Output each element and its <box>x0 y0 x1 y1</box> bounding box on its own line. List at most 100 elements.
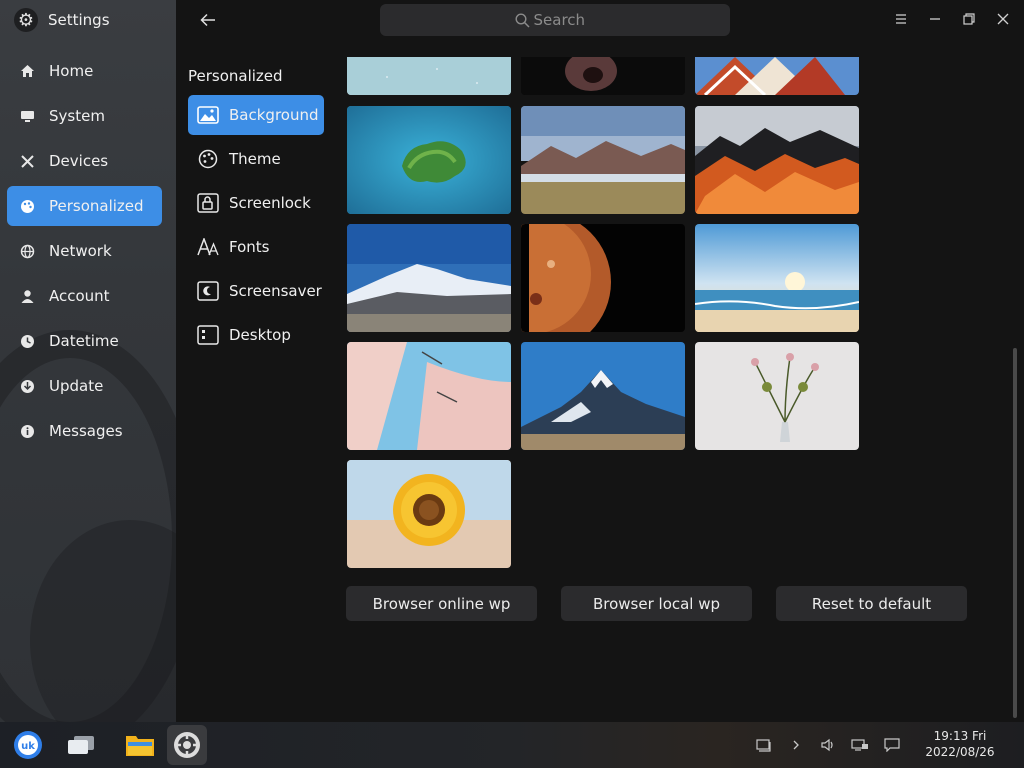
main-sidebar: ⚙ Settings Home System Devices Personali… <box>0 0 176 722</box>
sub-nav: Background Theme Screenlock Fonts Screen… <box>188 95 324 359</box>
user-icon <box>19 288 35 304</box>
browser-local-wp-button[interactable]: Browser local wp <box>561 586 752 621</box>
screenlock-icon <box>197 193 219 213</box>
restore-icon[interactable] <box>958 8 980 30</box>
home-icon <box>19 63 35 79</box>
wallpaper-grid <box>347 57 867 577</box>
start-menu-icon: uk <box>14 731 42 759</box>
devices-icon <box>19 153 35 169</box>
clock-date: 2022/08/26 <box>925 745 995 759</box>
palette-icon <box>197 149 219 169</box>
nav-item-label: System <box>49 107 105 125</box>
wallpaper-thumbnail[interactable] <box>521 106 685 214</box>
nav-item-label: Personalized <box>49 197 144 215</box>
nav-item-system[interactable]: System <box>7 96 162 136</box>
screensaver-icon <box>197 281 219 301</box>
nav-item-label: Update <box>49 377 104 395</box>
menu-icon[interactable] <box>890 8 912 30</box>
nav-item-home[interactable]: Home <box>7 51 162 91</box>
search-input[interactable] <box>533 11 596 29</box>
wallpaper-thumbnail[interactable] <box>521 342 685 450</box>
wallpaper-thumbnail[interactable] <box>521 57 685 95</box>
nav-item-account[interactable]: Account <box>7 276 162 316</box>
subnav-item-screenlock[interactable]: Screenlock <box>188 183 324 223</box>
desktop-icon <box>197 325 219 345</box>
settings-gear-icon <box>174 732 200 758</box>
clock[interactable]: 19:13 Fri 2022/08/26 <box>920 728 1000 760</box>
screen-icon[interactable] <box>753 734 775 756</box>
section-title: Personalized <box>188 67 283 85</box>
app-title: Settings <box>48 11 110 29</box>
subnav-panel: Personalized Background Theme Screenlock… <box>176 0 336 722</box>
clock-time: 19:13 Fri <box>933 729 987 743</box>
wallpaper-thumbnail[interactable] <box>695 224 859 332</box>
nav-item-label: Network <box>49 242 112 260</box>
globe-icon <box>19 243 35 259</box>
reset-to-default-button[interactable]: Reset to default <box>776 586 967 621</box>
chevron-right-icon[interactable] <box>785 734 807 756</box>
close-icon[interactable] <box>992 8 1014 30</box>
taskbar: uk 19:13 Fri 2022/08/26 <box>0 722 1024 768</box>
settings-app-button[interactable] <box>167 725 207 765</box>
subnav-item-fonts[interactable]: Fonts <box>188 227 324 267</box>
wallpaper-thumbnail[interactable] <box>347 106 511 214</box>
subnav-item-desktop[interactable]: Desktop <box>188 315 324 355</box>
update-icon <box>19 378 35 394</box>
back-arrow-icon[interactable] <box>196 8 220 32</box>
search-icon <box>514 12 530 28</box>
wallpaper-thumbnail[interactable] <box>347 460 511 568</box>
app-title-bar: ⚙ Settings <box>14 8 110 32</box>
palette-icon <box>19 198 35 214</box>
subnav-item-label: Desktop <box>229 326 291 344</box>
volume-icon[interactable] <box>817 734 839 756</box>
subnav-item-label: Screensaver <box>229 282 322 300</box>
notification-icon[interactable] <box>881 734 903 756</box>
folder-icon <box>126 736 154 756</box>
file-manager-button[interactable] <box>120 725 160 765</box>
clock-icon <box>19 333 35 349</box>
minimize-icon[interactable] <box>924 8 946 30</box>
nav-item-messages[interactable]: Messages <box>7 411 162 451</box>
system-tray <box>753 734 903 756</box>
window-controls <box>890 8 1014 30</box>
fonts-icon <box>197 237 219 257</box>
nav-item-devices[interactable]: Devices <box>7 141 162 181</box>
subnav-item-background[interactable]: Background <box>188 95 324 135</box>
monitor-icon <box>19 108 35 124</box>
wallpaper-thumbnail[interactable] <box>347 57 511 95</box>
subnav-item-label: Fonts <box>229 238 270 256</box>
wallpaper-thumbnail[interactable] <box>695 342 859 450</box>
search-box[interactable] <box>380 4 730 36</box>
wallpaper-actions: Browser online wp Browser local wp Reset… <box>346 586 967 621</box>
browser-online-wp-button[interactable]: Browser online wp <box>346 586 537 621</box>
subnav-item-label: Theme <box>229 150 281 168</box>
wallpaper-thumbnail[interactable] <box>695 57 859 95</box>
scrollbar[interactable] <box>1013 348 1017 718</box>
nav-item-update[interactable]: Update <box>7 366 162 406</box>
subnav-item-label: Screenlock <box>229 194 311 212</box>
image-icon <box>197 105 219 125</box>
info-icon <box>19 423 35 439</box>
wallpaper-thumbnail[interactable] <box>347 224 511 332</box>
wallpaper-thumbnail[interactable] <box>347 342 511 450</box>
network-icon[interactable] <box>849 734 871 756</box>
nav-item-label: Account <box>49 287 110 305</box>
subnav-item-label: Background <box>229 106 319 124</box>
subnav-item-screensaver[interactable]: Screensaver <box>188 271 324 311</box>
nav-item-label: Messages <box>49 422 123 440</box>
nav-item-label: Home <box>49 62 94 80</box>
subnav-item-theme[interactable]: Theme <box>188 139 324 179</box>
main-nav: Home System Devices Personalized Network <box>7 51 162 456</box>
nav-item-personalized[interactable]: Personalized <box>7 186 162 226</box>
nav-item-label: Devices <box>49 152 109 170</box>
nav-item-label: Datetime <box>49 332 119 350</box>
svg-text:uk: uk <box>21 741 35 752</box>
nav-item-datetime[interactable]: Datetime <box>7 321 162 361</box>
multitask-view-button[interactable] <box>61 725 101 765</box>
multitask-icon <box>68 736 94 754</box>
wallpaper-thumbnail[interactable] <box>695 106 859 214</box>
nav-item-network[interactable]: Network <box>7 231 162 271</box>
settings-gear-icon: ⚙ <box>14 8 38 32</box>
wallpaper-thumbnail[interactable] <box>521 224 685 332</box>
start-menu-button[interactable]: uk <box>8 725 48 765</box>
